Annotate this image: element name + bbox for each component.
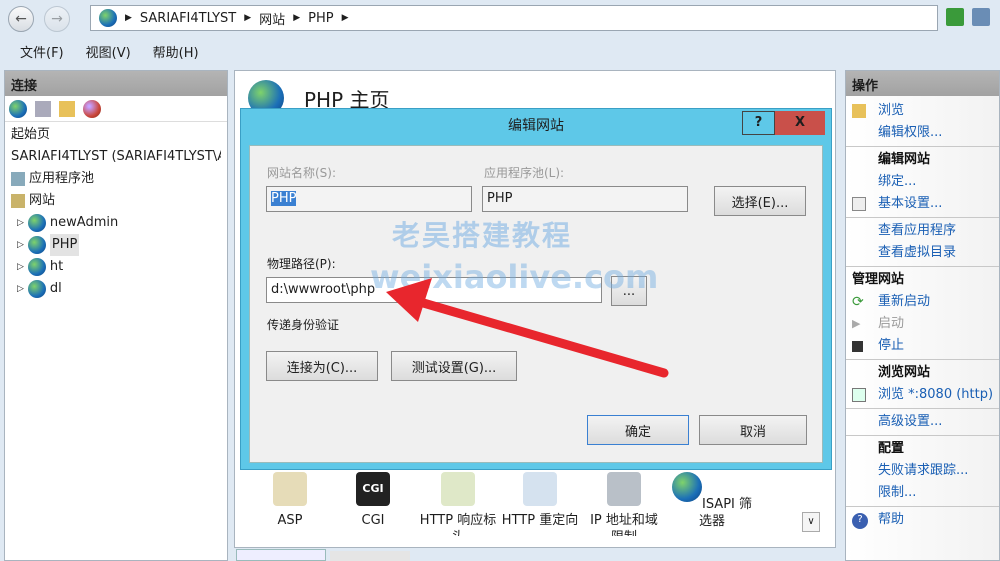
- arrow-shaft: [415, 297, 669, 378]
- red-arrow-annotation: [386, 278, 669, 378]
